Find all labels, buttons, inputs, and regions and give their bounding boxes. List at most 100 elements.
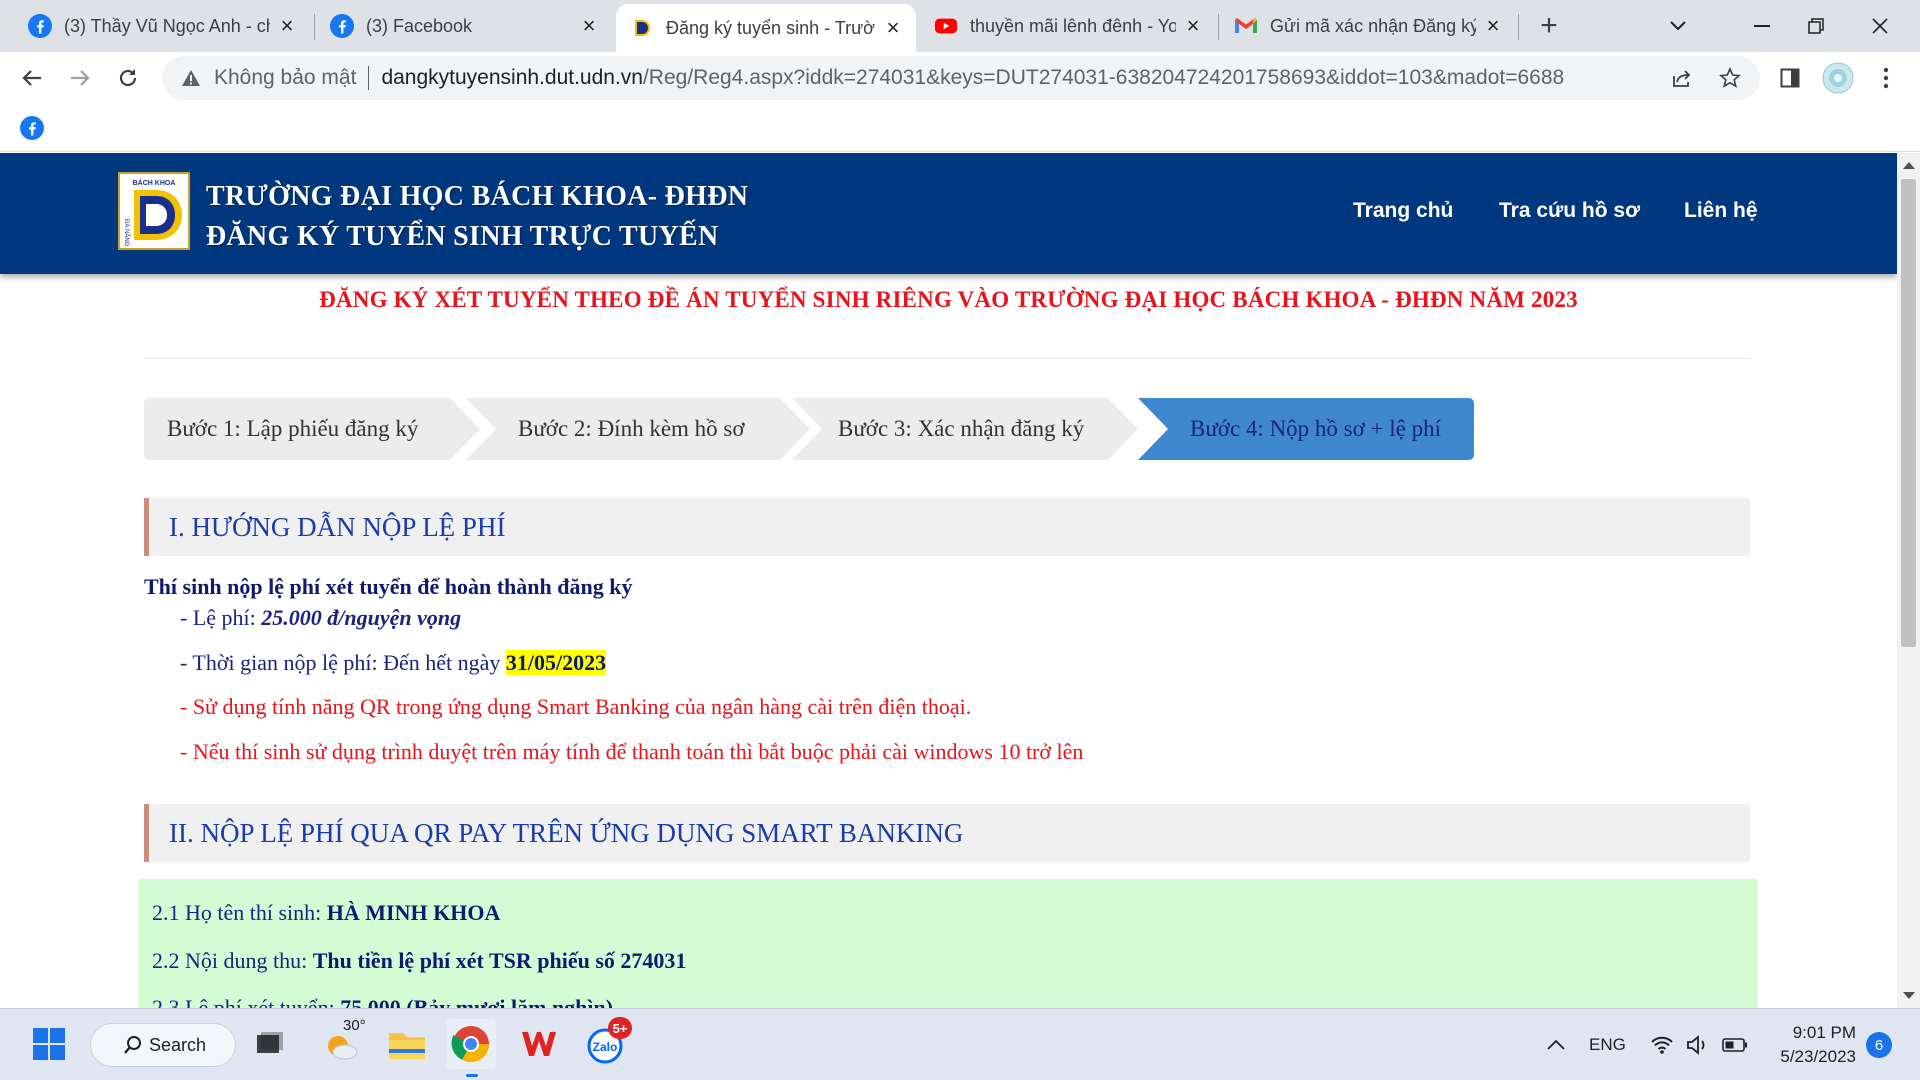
tab-dang-ky-tuyen-sinh[interactable]: Đăng ký tuyển sinh - Trường × [616, 4, 916, 52]
tab-title: (3) Facebook [366, 15, 473, 36]
facebook-icon[interactable] [20, 116, 44, 140]
address-bar[interactable]: Không bảo mật dangkytuyensinh.dut.udn.vn… [162, 56, 1760, 100]
dut-logo[interactable]: BÁCH KHOA ĐÀ NẴNG [118, 172, 190, 250]
nav-contact[interactable]: Liên hệ [1684, 199, 1758, 223]
clock-date: 5/23/2023 [1780, 1047, 1856, 1066]
nav-lookup[interactable]: Tra cứu hồ sơ [1499, 199, 1640, 223]
zalo-icon[interactable]: Zalo 5+ [580, 1017, 632, 1069]
browser-tab-strip: (3) Thầy Vũ Ngọc Anh - chuyên × (3) Face… [0, 0, 1920, 52]
payment-content-value: Thu tiền lệ phí xét TSR phiếu số 274031 [312, 948, 687, 973]
payment-content-row: 2.2 Nội dung thu: Thu tiền lệ phí xét TS… [152, 948, 686, 974]
tab-title: thuyền mãi lênh đênh - YouTube [970, 15, 1176, 36]
windows-start-icon[interactable] [24, 1019, 74, 1069]
new-tab-button[interactable]: + [1533, 9, 1565, 42]
notification-count: 6 [1866, 1032, 1892, 1058]
url-text[interactable]: dangkytuyensinh.dut.udn.vn/Reg/Reg4.aspx… [381, 66, 1564, 90]
url-host: dangkytuyensinh.dut.udn.vn [381, 66, 643, 89]
scrollbar-thumb[interactable] [1901, 179, 1916, 647]
section-fee-guide-heading: I. HƯỚNG DẪN NỘP LỆ PHÍ [144, 498, 1750, 556]
gmail-icon [1234, 14, 1258, 38]
tab-title: Gửi mã xác nhận Đăng ký [1270, 15, 1476, 36]
facebook-icon [330, 14, 354, 38]
share-icon[interactable] [1664, 60, 1700, 96]
guide-lead: Thí sinh nộp lệ phí xét tuyển để hoàn th… [144, 574, 633, 599]
tab-facebook[interactable]: (3) Facebook × [316, 6, 612, 46]
close-tab-icon[interactable]: × [1482, 13, 1504, 38]
minimize-icon[interactable] [1734, 6, 1790, 46]
active-app-indicator [466, 1074, 478, 1077]
windows-taskbar: Search 30° Zalo 5+ ENG 9:01 PM 5/23/2023… [0, 1008, 1920, 1080]
show-hidden-icons-chevron-icon[interactable] [1546, 1009, 1566, 1080]
chrome-icon[interactable] [446, 1019, 496, 1077]
tab-gmail[interactable]: Gửi mã xác nhận Đăng ký × [1220, 6, 1516, 46]
tab-youtube[interactable]: thuyền mãi lênh đênh - YouTube × [920, 6, 1216, 46]
forward-arrow-icon[interactable] [62, 60, 98, 96]
candidate-name-value: HÀ MINH KHOA [326, 900, 501, 925]
tab-title: (3) Thầy Vũ Ngọc Anh - chuyên [64, 15, 270, 36]
fee-value: 25.000 đ/nguyện vọng [261, 605, 462, 630]
file-explorer-icon[interactable] [382, 1019, 432, 1069]
close-tab-icon[interactable]: × [276, 13, 298, 38]
nav-home[interactable]: Trang chủ [1353, 199, 1453, 223]
warning-triangle-icon[interactable] [180, 67, 202, 89]
deadline-label: - Thời gian nộp lệ phí: Đến hết ngày [180, 650, 506, 675]
browser-toolbar: Không bảo mật dangkytuyensinh.dut.udn.vn… [0, 52, 1920, 104]
task-view-icon[interactable] [245, 1019, 295, 1069]
browser-menu-icon[interactable] [1868, 60, 1904, 96]
profile-avatar-icon[interactable] [1820, 60, 1856, 96]
registration-steps: Bước 1: Lập phiếu đăng ký Bước 2: Đính k… [144, 398, 1484, 460]
taskbar-search[interactable]: Search [90, 1023, 236, 1067]
tab-title: Đăng ký tuyển sinh - Trường [666, 17, 876, 38]
close-tab-icon[interactable]: × [882, 15, 904, 40]
candidate-name-label: 2.1 Họ tên thí sinh: [152, 900, 327, 925]
volume-icon[interactable] [1686, 1009, 1710, 1080]
step-2[interactable]: Bước 2: Đính kèm hồ sơ [466, 398, 810, 460]
language-indicator[interactable]: ENG [1589, 1009, 1626, 1080]
section-qr-pay-heading: II. NỘP LỆ PHÍ QUA QR PAY TRÊN ỨNG DỤNG … [144, 804, 1750, 862]
page-scrollbar[interactable] [1897, 153, 1920, 1008]
step-1-label: Bước 1: Lập phiếu đăng ký [167, 416, 419, 441]
step-4-active[interactable]: Bước 4: Nộp hồ sơ + lệ phí [1138, 398, 1474, 460]
facebook-icon [28, 14, 52, 38]
restore-icon[interactable] [1788, 6, 1844, 46]
step-3[interactable]: Bước 3: Xác nhận đăng ký [792, 398, 1138, 460]
battery-icon[interactable] [1722, 1009, 1748, 1080]
tab-search-chevron-icon[interactable] [1650, 6, 1706, 46]
brand-line-1: TRƯỜNG ĐẠI HỌC BÁCH KHOA- ĐHĐN [206, 181, 749, 212]
logo-side-text: ĐÀ NẴNG [123, 219, 130, 247]
side-panel-icon[interactable] [1772, 60, 1808, 96]
search-label: Search [149, 1034, 207, 1055]
weather-icon[interactable]: 30° [317, 1017, 367, 1069]
scroll-up-arrow-icon[interactable] [1903, 162, 1915, 169]
bookmarks-bar [0, 104, 1920, 152]
deadline-value: 31/05/2023 [505, 650, 607, 675]
title-divider [144, 358, 1750, 359]
wifi-icon[interactable] [1650, 1009, 1674, 1080]
tab-separator [1518, 14, 1519, 40]
close-tab-icon[interactable]: × [578, 13, 600, 38]
fee-amount-label: 2.3 Lệ phí xét tuyển: [152, 995, 341, 1008]
scroll-down-arrow-icon[interactable] [1903, 992, 1915, 999]
wps-office-icon[interactable] [514, 1019, 564, 1069]
svg-text:Zalo: Zalo [593, 1040, 618, 1054]
close-tab-icon[interactable]: × [1182, 13, 1204, 38]
reload-icon[interactable] [110, 60, 146, 96]
payment-info-box: 2.1 Họ tên thí sinh: HÀ MINH KHOA 2.2 Nộ… [138, 879, 1758, 1008]
fee-label: - Lệ phí: [180, 605, 262, 630]
brand-line-2: ĐĂNG KÝ TUYỂN SINH TRỰC TUYẾN [206, 221, 719, 252]
address-divider [368, 66, 370, 90]
notification-center-button[interactable]: 6 [1866, 1009, 1892, 1080]
close-window-icon[interactable] [1852, 6, 1908, 46]
step-1[interactable]: Bước 1: Lập phiếu đăng ký [144, 398, 480, 460]
back-arrow-icon[interactable] [14, 60, 50, 96]
clock-time: 9:01 PM [1792, 1023, 1856, 1042]
fee-amount-row: 2.3 Lệ phí xét tuyển: 75.000 (Bảy mươi l… [152, 995, 613, 1008]
not-secure-label[interactable]: Không bảo mật [214, 66, 356, 90]
site-brand[interactable]: TRƯỜNG ĐẠI HỌC BÁCH KHOA- ĐHĐN ĐĂNG KÝ T… [206, 177, 748, 257]
bookmark-star-icon[interactable] [1712, 60, 1748, 96]
tab-facebook-teacher[interactable]: (3) Thầy Vũ Ngọc Anh - chuyên × [14, 6, 310, 46]
payment-content-label: 2.2 Nội dung thu: [152, 948, 313, 973]
guide-deadline-line: - Thời gian nộp lệ phí: Đến hết ngày 31/… [180, 650, 607, 676]
clock[interactable]: 9:01 PM 5/23/2023 [1770, 1009, 1856, 1080]
search-icon [123, 1035, 143, 1060]
